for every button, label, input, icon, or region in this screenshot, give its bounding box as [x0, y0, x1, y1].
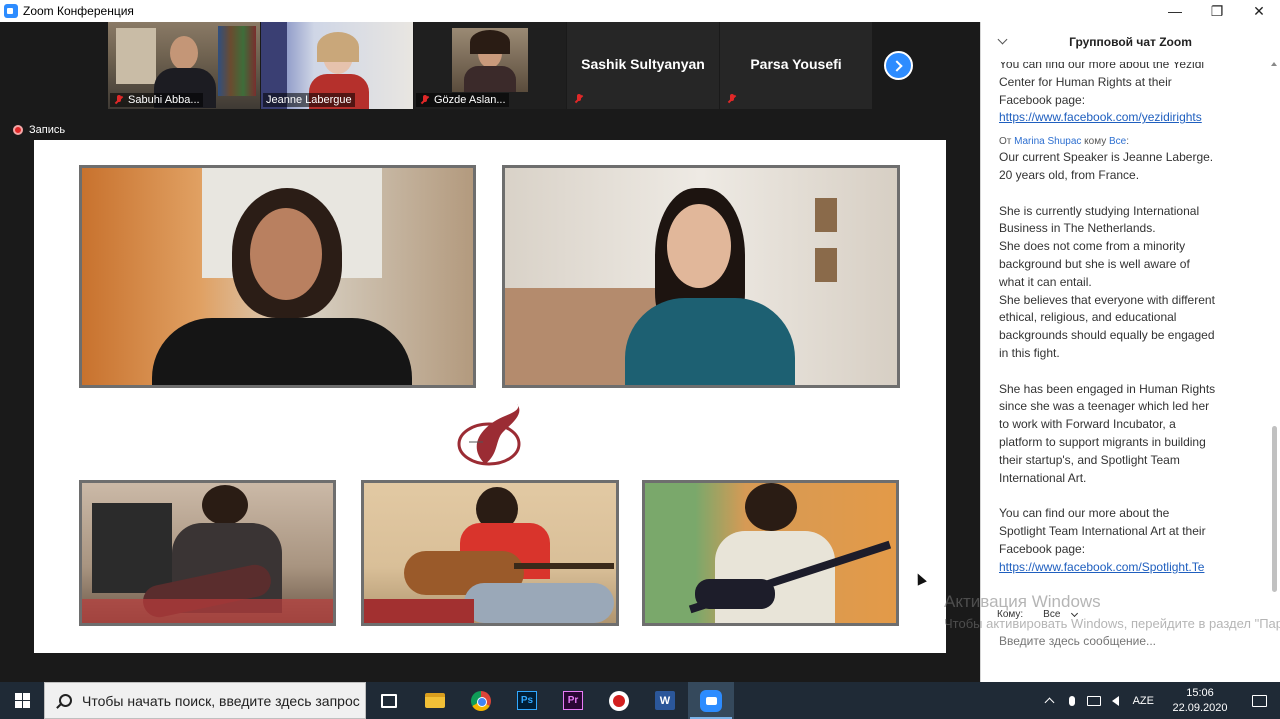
clock-date: 22.09.2020	[1172, 701, 1228, 714]
muted-mic-icon	[726, 93, 738, 105]
taskbar: Чтобы начать поиск, введите здесь запрос…	[0, 682, 1280, 719]
network-tray-button[interactable]	[1083, 682, 1105, 719]
photoshop-button[interactable]: Ps	[504, 682, 550, 719]
show-hidden-icons-button[interactable]	[1039, 682, 1061, 719]
taskbar-search[interactable]: Чтобы начать поиск, введите здесь запрос	[44, 682, 366, 719]
search-icon	[59, 694, 72, 707]
participant-tile[interactable]: Gözde Aslan...	[414, 22, 566, 109]
shared-video-tile	[79, 165, 476, 388]
task-view-icon	[381, 693, 397, 708]
file-explorer-button[interactable]	[412, 682, 458, 719]
folder-icon	[425, 693, 445, 708]
shared-video-tile	[361, 480, 619, 626]
sender-name[interactable]: Marina Shupac	[1014, 136, 1081, 147]
notification-icon	[1251, 694, 1267, 707]
chat-message-link[interactable]: https://www.facebook.com/yezidirights	[999, 109, 1224, 127]
chrome-icon	[471, 690, 491, 711]
clock[interactable]: 15:06 22.09.2020	[1162, 686, 1238, 716]
recipient-name[interactable]: Все	[1109, 136, 1126, 147]
muted-mic-icon	[113, 94, 125, 106]
maximize-button[interactable]: ❐	[1196, 0, 1238, 22]
system-tray: AZE 15:06 22.09.2020	[1039, 682, 1280, 719]
window-title: Zoom Конференция	[23, 4, 134, 18]
word-button[interactable]: W	[642, 682, 688, 719]
participant-name: Parsa Yousefi	[750, 56, 842, 72]
clock-time: 15:06	[1186, 686, 1214, 699]
from-prefix: От	[999, 136, 1015, 148]
next-participants-button[interactable]	[884, 51, 913, 80]
shared-video-tile	[79, 480, 336, 626]
chat-scrollbar[interactable]	[1270, 62, 1278, 594]
recipient-select[interactable]: Все	[1037, 608, 1083, 621]
input-language[interactable]: AZE	[1133, 695, 1154, 707]
microphone-icon	[1068, 695, 1075, 706]
word-icon: W	[655, 691, 675, 710]
close-button[interactable]: ✕	[1238, 0, 1280, 22]
search-placeholder: Чтобы начать поиск, введите здесь запрос	[82, 692, 360, 709]
scroll-up-icon[interactable]	[1271, 62, 1277, 66]
chat-header: Групповой чат Zoom	[981, 22, 1280, 62]
participant-strip: Sabuhi Abba... Jeanne Labergue Gözde Asl…	[108, 22, 873, 109]
volume-tray-button[interactable]	[1105, 682, 1127, 719]
shared-screen	[34, 140, 946, 653]
chat-message-link[interactable]: https://www.facebook.com/Spotlight.Te	[999, 559, 1224, 577]
chevron-up-icon	[1044, 697, 1055, 708]
chevron-right-icon	[891, 59, 903, 72]
record-icon	[609, 690, 629, 711]
muted-mic-icon	[573, 93, 585, 105]
premiere-button[interactable]: Pr	[550, 682, 596, 719]
participant-tile[interactable]: Sashik Sultyanyan	[567, 22, 719, 109]
network-icon	[1086, 695, 1101, 706]
chevron-down-icon	[1071, 609, 1079, 617]
action-center-button[interactable]	[1238, 682, 1280, 719]
chat-message-input[interactable]	[999, 634, 1259, 648]
participant-name: Gözde Aslan...	[434, 94, 506, 106]
chat-title: Групповой чат Zoom	[1069, 35, 1192, 49]
screen-recorder-button[interactable]	[596, 682, 642, 719]
chrome-button[interactable]	[458, 682, 504, 719]
premiere-icon: Pr	[563, 691, 583, 710]
zoom-taskbar-button[interactable]	[688, 682, 734, 719]
chat-messages: You can find our more about the Yezidi C…	[981, 62, 1271, 594]
muted-mic-icon	[419, 94, 431, 106]
band-logo-image	[457, 404, 521, 466]
window-titlebar: Zoom Конференция — ❐ ✕	[0, 0, 1280, 22]
scrollbar-thumb[interactable]	[1272, 426, 1277, 592]
participant-name: Sabuhi Abba...	[128, 94, 200, 106]
minimize-button[interactable]: —	[1154, 0, 1196, 22]
chat-recipient: Кому: Все	[997, 608, 1083, 621]
participant-name: Jeanne Labergue	[266, 94, 352, 106]
recording-dot-icon	[13, 125, 23, 135]
participant-tile-active-speaker[interactable]: Jeanne Labergue	[261, 22, 413, 109]
to-prefix: кому	[1081, 136, 1109, 148]
recording-indicator: Запись	[0, 122, 946, 138]
meeting-area: Sabuhi Abba... Jeanne Labergue Gözde Asl…	[0, 22, 980, 682]
chat-message-text: You can find our more about the Yezidi C…	[999, 62, 1205, 107]
windows-logo-icon	[14, 693, 30, 708]
chat-message-text: Our current Speaker is Jeanne Laberge. 2…	[999, 150, 1216, 556]
shared-video-tile	[642, 480, 899, 626]
task-view-button[interactable]	[366, 682, 412, 719]
recipient-value: Все	[1043, 609, 1061, 620]
shared-video-tile	[502, 165, 900, 388]
band-logo	[455, 404, 525, 468]
zoom-icon	[700, 689, 722, 712]
photoshop-icon: Ps	[517, 691, 537, 710]
participant-name: Sashik Sultyanyan	[581, 56, 705, 72]
participant-tile[interactable]: Sabuhi Abba...	[108, 22, 260, 109]
header-suffix: :	[1126, 136, 1130, 148]
speaker-icon	[1112, 695, 1120, 706]
to-label: Кому:	[997, 609, 1024, 620]
recording-label: Запись	[29, 124, 66, 136]
chat-message-header: От Marina Shupac кому Все:	[999, 135, 1239, 149]
microphone-tray-button[interactable]	[1061, 682, 1083, 719]
chat-panel: Групповой чат Zoom You can find our more…	[980, 22, 1280, 682]
start-button[interactable]	[0, 682, 44, 719]
participant-tile[interactable]: Parsa Yousefi	[720, 22, 872, 109]
zoom-app-icon	[4, 4, 18, 18]
